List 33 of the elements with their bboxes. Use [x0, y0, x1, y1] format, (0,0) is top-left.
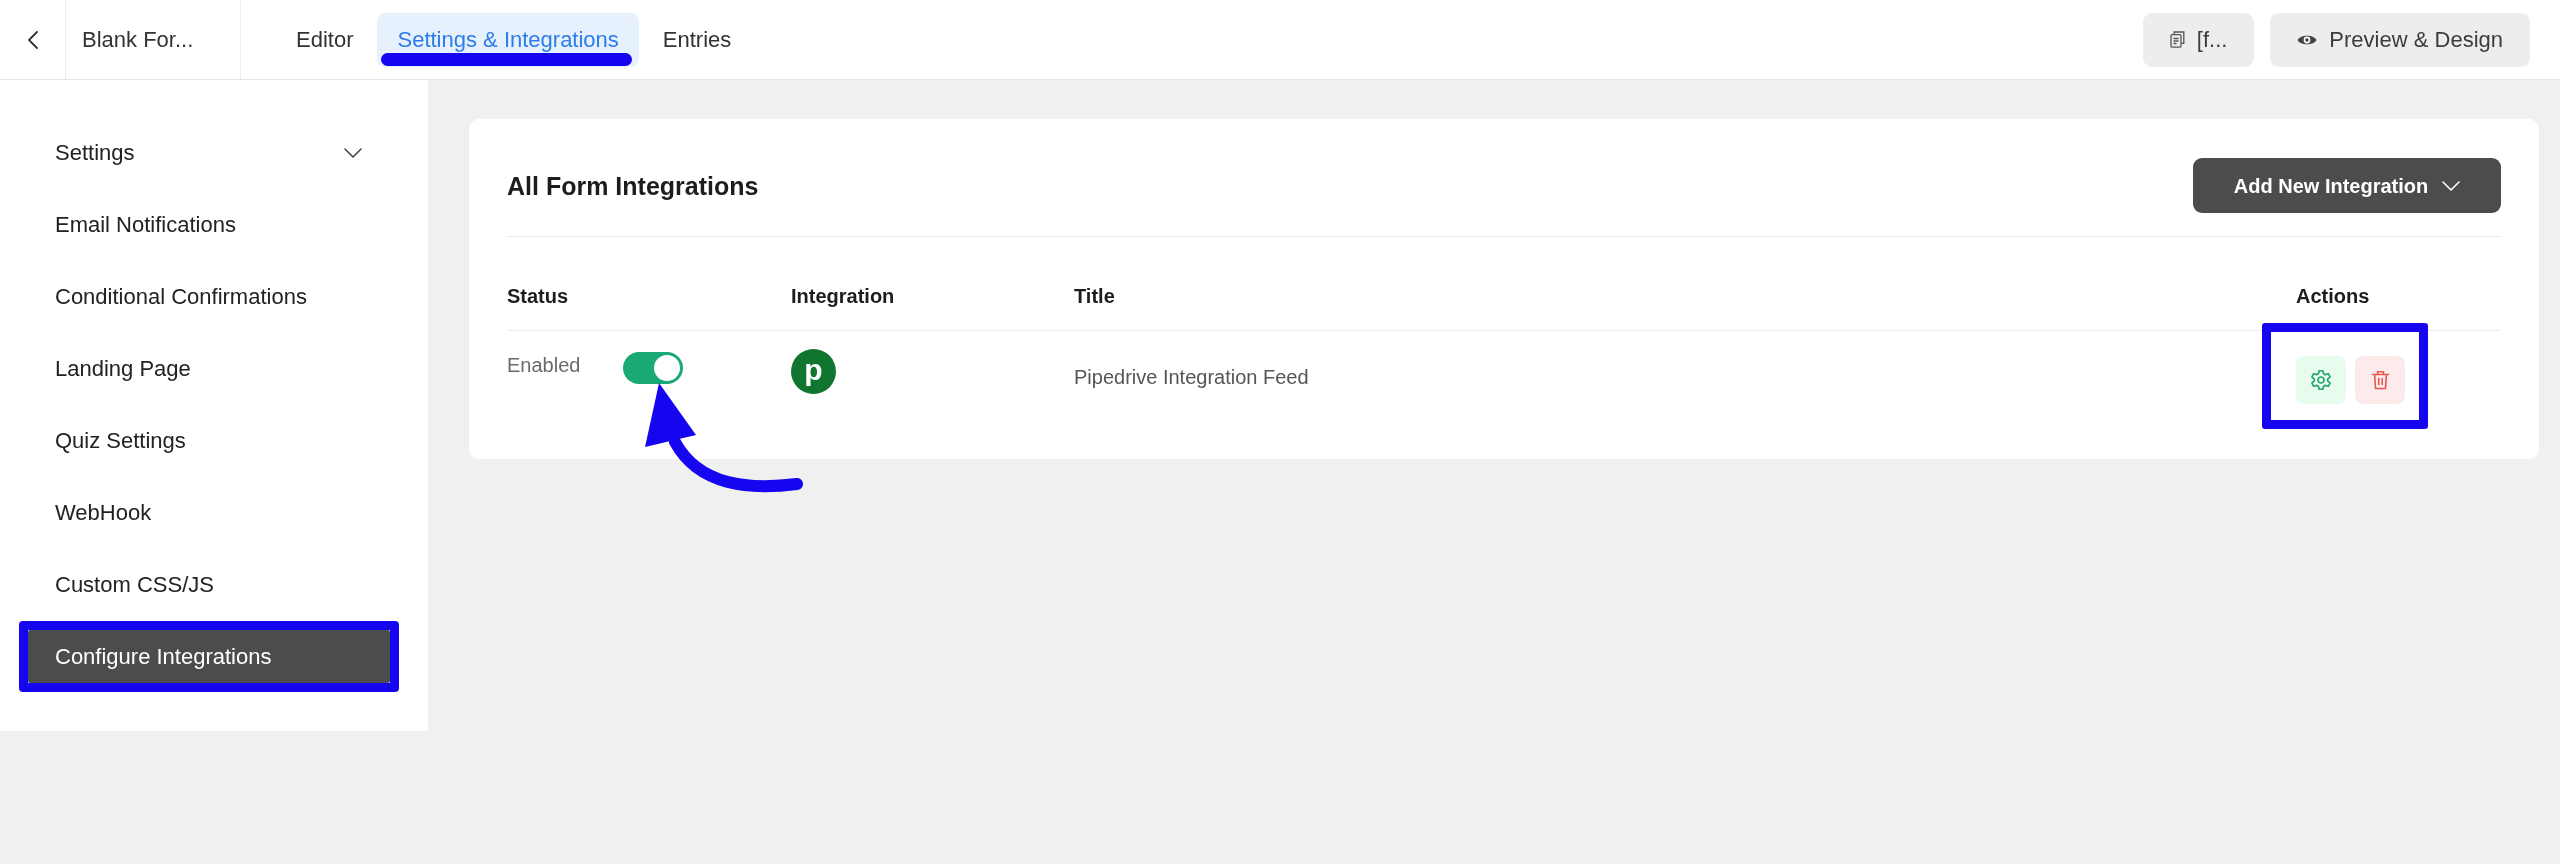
preview-button[interactable]: Preview & Design: [2270, 12, 2530, 67]
documents-icon: [2169, 31, 2185, 48]
form-name: Blank For...: [82, 26, 194, 54]
integration-logo: p: [791, 349, 836, 394]
chevron-down-icon: [2442, 180, 2461, 191]
sidebar-item[interactable]: Email Notifications: [28, 198, 390, 251]
shortcode-button[interactable]: [f...: [2142, 12, 2255, 67]
status-text: Enabled: [507, 353, 581, 378]
column-header: Title: [1074, 285, 1115, 307]
toggle-switch[interactable]: [623, 352, 684, 384]
back-button[interactable]: [27, 30, 38, 49]
feed-title: Pipedrive Integration Feed: [1074, 366, 1309, 388]
tab[interactable]: Editor: [276, 12, 374, 67]
settings-button[interactable]: [2296, 356, 2346, 404]
chevron-down-icon: [344, 147, 362, 158]
tab[interactable]: Entries: [642, 12, 752, 67]
sidebar-item[interactable]: Landing Page: [28, 342, 390, 395]
gear-icon: [2311, 370, 2331, 390]
column-header: Integration: [791, 285, 895, 307]
sidebar-item[interactable]: WebHook: [28, 486, 390, 539]
add-integration-button[interactable]: Add New Integration: [2193, 158, 2501, 213]
column-header: Actions: [2296, 285, 2370, 307]
chevron-left-icon: [27, 30, 38, 49]
tab[interactable]: Settings & Integrations: [377, 12, 639, 67]
trash-icon: [2370, 370, 2390, 390]
card-title: All Form Integrations: [507, 170, 759, 201]
sidebar-item[interactable]: Quiz Settings: [28, 414, 390, 467]
sidebar-item[interactable]: Configure Integrations: [28, 630, 390, 683]
sidebar-item[interactable]: Settings: [28, 126, 390, 179]
column-header: Status: [507, 285, 569, 307]
sidebar-item[interactable]: Conditional Confirmations: [28, 270, 390, 323]
delete-button[interactable]: [2355, 356, 2405, 404]
sidebar-item[interactable]: Custom CSS/JS: [28, 558, 390, 611]
